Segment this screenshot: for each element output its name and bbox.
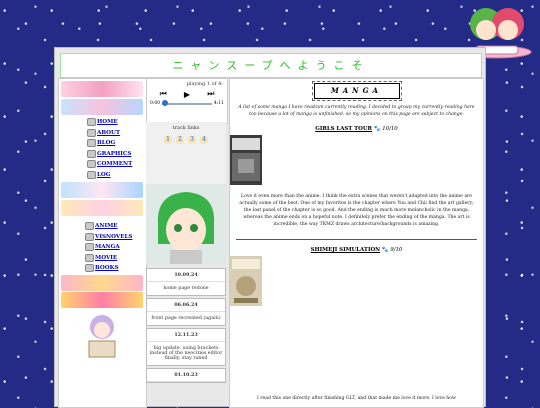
nav-link-label[interactable]: ABOUT <box>97 130 120 136</box>
nav-link-label[interactable]: COMMENT <box>97 161 132 167</box>
nav-link-label[interactable]: GRAPHICS <box>97 151 131 157</box>
entry-title: GIRLS LAST TOUR 🐾 10/10 <box>230 126 483 132</box>
mascot-image <box>88 315 116 358</box>
middle-column: playing 1 of 4: ⏮ ▶ ⏭ 0:00 4:11 track li… <box>146 78 228 406</box>
nav-banner-6 <box>61 292 143 308</box>
nav-link-label[interactable]: MOVIE <box>95 255 117 261</box>
nav-link-manga[interactable]: MANGA <box>85 242 146 253</box>
player-status: playing 1 of 4: <box>186 81 223 87</box>
site-frame: ニャンスープへようこそ HOME ABOUT BLOG GRAPHICS COMMENT… <box>54 47 486 408</box>
score-icon: 🐾 <box>373 126 381 133</box>
nav-group-main: HOME ABOUT BLOG GRAPHICS COMMENT LOG <box>87 117 146 181</box>
nav-bullet-icon <box>87 128 96 137</box>
nav-link-label[interactable]: HOME <box>97 119 118 125</box>
update-item: 10.09.24 home page redone <box>146 268 226 296</box>
nav-bullet-icon <box>87 149 96 158</box>
nav-link-log[interactable]: LOG <box>87 170 146 181</box>
nav-group-media: ANIME VISNOVELS MANGA MOVIE BOOKS <box>85 221 146 274</box>
nav-link-label[interactable]: MANGA <box>95 244 120 250</box>
nav-link-label[interactable]: LOG <box>97 172 111 178</box>
nav-bullet-icon <box>87 118 96 127</box>
time-total: 4:11 <box>213 101 224 106</box>
nav-link-anime[interactable]: ANIME <box>85 221 146 232</box>
updates-list: 10.09.24 home page redone 06.06.24 front p… <box>146 268 226 385</box>
entry-title: SHIMEJI SIMULATION 🐾 9/10 <box>230 247 483 253</box>
entry-score: 10/10 <box>382 126 398 133</box>
track-link-4[interactable]: 4 <box>200 136 208 144</box>
nav-bullet-icon <box>87 160 96 169</box>
entry-text: Love it even more than the anime. I thin… <box>239 194 474 227</box>
progress-handle[interactable] <box>162 100 169 106</box>
next-track-icon[interactable]: ⏭ <box>207 89 214 99</box>
nav-link-comment[interactable]: COMMENT <box>87 159 146 170</box>
girls-last-tour-cover <box>230 135 262 186</box>
nav-link-home[interactable]: HOME <box>87 117 146 128</box>
nav-bullet-icon <box>85 243 94 252</box>
update-item: 01.10.23 <box>146 368 226 383</box>
page-title: ニャンスープへようこそ <box>60 53 482 78</box>
track-link-3[interactable]: 3 <box>188 136 196 144</box>
nav-link-graphics[interactable]: GRAPHICS <box>87 149 146 160</box>
entry-text: I read this one directly after finishing… <box>257 396 456 401</box>
nav-bullet-icon <box>85 232 94 241</box>
nav-banner-5 <box>61 275 143 291</box>
update-item: 06.06.24 front page recreated (again) <box>146 298 226 326</box>
nav-bullet-icon <box>87 170 96 179</box>
nav-bullet-icon <box>85 253 94 262</box>
entry-score: 9/10 <box>390 246 403 253</box>
nav-link-books[interactable]: BOOKS <box>85 263 146 274</box>
nav-link-visnovels[interactable]: VISNOVELS <box>85 232 146 243</box>
nav-banner-4 <box>61 200 143 216</box>
character-portrait <box>146 184 226 264</box>
intro-text: A list of some manga I have read/am curr… <box>238 105 475 117</box>
sidebar-nav: HOME ABOUT BLOG GRAPHICS COMMENT LOG ANIME VIS… <box>58 78 147 408</box>
nav-banner-1 <box>61 81 143 97</box>
entry-title-link[interactable]: GIRLS LAST TOUR <box>315 126 372 132</box>
nav-bullet-icon <box>85 222 94 231</box>
nav-link-movie[interactable]: MOVIE <box>85 253 146 264</box>
nav-banner-3 <box>61 182 143 198</box>
music-player: playing 1 of 4: ⏮ ▶ ⏭ 0:00 4:11 <box>146 78 228 124</box>
nav-banner-2 <box>61 99 143 115</box>
play-icon[interactable]: ▶ <box>184 90 190 99</box>
nav-link-blog[interactable]: BLOG <box>87 138 146 149</box>
nav-link-label[interactable]: BOOKS <box>95 265 118 271</box>
nav-bullet-icon <box>87 139 96 148</box>
barbed-wire-divider <box>236 235 477 243</box>
update-item: 12.11.23 big update. using brackets inste… <box>146 328 226 366</box>
progress-slider[interactable] <box>162 100 212 106</box>
track-links-label: track links <box>172 125 200 131</box>
time-current: 0:00 <box>150 101 161 106</box>
main-content[interactable]: MANGA A list of some manga I have read/a… <box>229 78 484 408</box>
previous-track-icon[interactable]: ⏮ <box>160 89 167 99</box>
nav-link-label[interactable]: VISNOVELS <box>95 234 132 240</box>
nav-link-label[interactable]: BLOG <box>97 140 115 146</box>
track-link-1[interactable]: 1 <box>164 136 172 144</box>
nav-link-label[interactable]: ANIME <box>95 223 118 229</box>
nav-bullet-icon <box>85 264 94 273</box>
track-links: track links 1 2 3 4 <box>146 122 226 184</box>
entry-title-link[interactable]: SHIMEJI SIMULATION <box>311 247 380 253</box>
track-link-2[interactable]: 2 <box>176 136 184 144</box>
shimeji-simulation-cover <box>230 255 262 306</box>
score-icon: 🐾 <box>381 246 389 253</box>
nav-link-about[interactable]: ABOUT <box>87 128 146 139</box>
section-heading: MANGA <box>311 81 402 101</box>
